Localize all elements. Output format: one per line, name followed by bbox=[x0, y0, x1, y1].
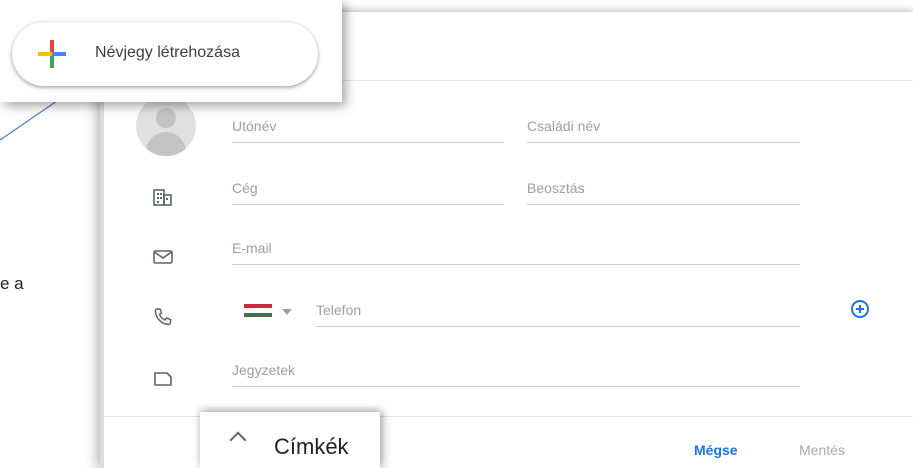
first-name-placeholder: Utónév bbox=[232, 118, 277, 134]
flag-stripe-green bbox=[244, 312, 272, 317]
create-contact-callout: Névjegy létrehozása bbox=[0, 0, 342, 102]
mail-icon bbox=[153, 250, 173, 264]
first-name-field[interactable]: Utónév bbox=[232, 112, 504, 143]
hungary-flag-icon[interactable] bbox=[244, 304, 272, 317]
plus-icon bbox=[38, 40, 66, 68]
labels-panel: Címkék bbox=[200, 412, 380, 468]
save-button[interactable]: Mentés bbox=[799, 442, 845, 458]
last-name-field[interactable]: Családi név bbox=[527, 112, 800, 143]
country-dropdown-caret-icon[interactable] bbox=[282, 309, 292, 315]
notes-field[interactable]: Jegyzetek bbox=[232, 356, 800, 387]
chevron-up-icon[interactable] bbox=[229, 431, 247, 449]
labels-title: Címkék bbox=[274, 434, 349, 459]
add-circle-icon[interactable] bbox=[851, 300, 869, 318]
company-field[interactable]: Cég bbox=[232, 174, 504, 205]
create-contact-button[interactable]: Névjegy létrehozása bbox=[12, 22, 318, 86]
notes-icon bbox=[154, 372, 172, 386]
job-title-field[interactable]: Beosztás bbox=[527, 174, 800, 205]
email-field[interactable]: E-mail bbox=[232, 234, 800, 265]
notes-placeholder: Jegyzetek bbox=[232, 362, 296, 378]
avatar-placeholder[interactable] bbox=[136, 96, 196, 156]
last-name-placeholder: Családi név bbox=[527, 118, 601, 134]
building-icon bbox=[153, 189, 172, 206]
job-title-placeholder: Beosztás bbox=[527, 180, 585, 196]
create-contact-label: Névjegy létrehozása bbox=[95, 44, 240, 61]
company-placeholder: Cég bbox=[232, 180, 258, 196]
phone-placeholder: Telefon bbox=[316, 302, 362, 318]
background-partial-text: e a bbox=[0, 274, 24, 293]
email-placeholder: E-mail bbox=[232, 240, 272, 256]
cancel-button[interactable]: Mégse bbox=[694, 442, 738, 458]
phone-field[interactable]: Telefon bbox=[316, 296, 800, 327]
phone-icon bbox=[154, 308, 172, 326]
